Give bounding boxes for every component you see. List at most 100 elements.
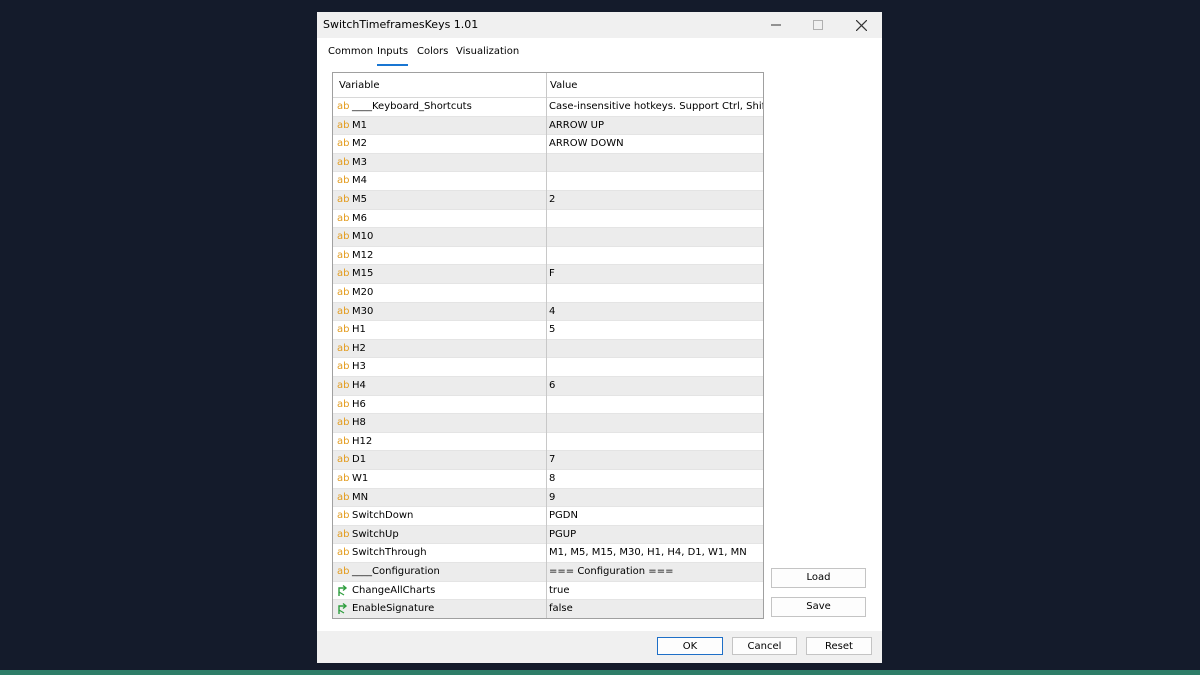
- properties-dialog: SwitchTimeframesKeys 1.01 Common Inputs …: [317, 12, 882, 663]
- variable-value[interactable]: ARROW DOWN: [549, 138, 624, 149]
- minimize-button[interactable]: [755, 12, 797, 38]
- string-type-icon: ab: [337, 528, 350, 540]
- tab-colors[interactable]: Colors: [417, 46, 448, 64]
- variable-name: H3: [352, 361, 366, 373]
- variable-name: EnableSignature: [352, 603, 435, 615]
- variable-value[interactable]: 7: [549, 454, 555, 465]
- maximize-button[interactable]: [797, 12, 839, 38]
- string-type-icon: ab: [337, 156, 350, 168]
- variable-value[interactable]: PGUP: [549, 529, 576, 540]
- taskbar-strip: [0, 670, 1200, 675]
- string-type-icon: ab: [337, 566, 350, 577]
- table-row[interactable]: ab H2: [333, 339, 763, 359]
- save-button[interactable]: Save: [771, 597, 866, 617]
- string-type-icon: ab: [337, 398, 350, 410]
- variable-value[interactable]: Case-insensitive hotkeys. Support Ctrl, …: [549, 101, 763, 112]
- variable-name: M5: [352, 194, 367, 205]
- maximize-icon: [813, 20, 823, 30]
- table-row[interactable]: ab H8: [333, 414, 763, 433]
- table-row[interactable]: ab ____Keyboard_Shortcuts Case-insensitive…: [333, 98, 763, 117]
- table-row[interactable]: ab M4: [333, 172, 763, 191]
- table-row[interactable]: ab D1 7: [333, 451, 763, 470]
- boolean-type-icon: [337, 584, 351, 598]
- tab-common[interactable]: Common: [328, 46, 373, 64]
- variable-name: M6: [352, 212, 367, 224]
- table-row[interactable]: ab ____Configuration === Configuration ===: [333, 563, 763, 582]
- table-row[interactable]: ab H12: [333, 433, 763, 452]
- variable-value[interactable]: F: [549, 268, 555, 279]
- variable-value[interactable]: ARROW UP: [549, 120, 604, 131]
- inputs-grid: Variable Value ab ____Keyboard_Shortcuts C…: [332, 72, 764, 619]
- string-type-icon: ab: [337, 212, 350, 224]
- string-type-icon: ab: [337, 194, 350, 205]
- variable-value[interactable]: 5: [549, 324, 555, 335]
- variable-value[interactable]: 9: [549, 492, 555, 503]
- ok-button[interactable]: OK: [657, 637, 723, 655]
- variable-value[interactable]: M1, M5, M15, M30, H1, H4, D1, W1, MN: [549, 547, 747, 558]
- minimize-icon: [771, 20, 781, 30]
- variable-value[interactable]: 8: [549, 473, 555, 484]
- variable-name: H6: [352, 398, 366, 410]
- string-type-icon: ab: [337, 342, 350, 354]
- table-row[interactable]: ab H4 6: [333, 377, 763, 396]
- table-row[interactable]: ChangeAllCharts true: [333, 582, 763, 601]
- column-header-variable[interactable]: Variable: [339, 80, 380, 91]
- table-row[interactable]: EnableSignature false: [333, 600, 763, 618]
- table-row[interactable]: ab M1 ARROW UP: [333, 116, 763, 136]
- string-type-icon: ab: [337, 361, 350, 373]
- close-icon: [855, 19, 867, 31]
- table-row[interactable]: ab M15 F: [333, 265, 763, 284]
- load-button[interactable]: Load: [771, 568, 866, 588]
- table-row[interactable]: ab M30 4: [333, 302, 763, 322]
- variable-name: H4: [352, 380, 366, 391]
- tab-inputs[interactable]: Inputs: [377, 46, 409, 66]
- tab-visualization[interactable]: Visualization: [456, 46, 519, 64]
- table-row[interactable]: ab W1 8: [333, 470, 763, 489]
- variable-name: H12: [352, 435, 373, 447]
- variable-value[interactable]: 6: [549, 380, 555, 391]
- string-type-icon: ab: [337, 231, 350, 243]
- table-row[interactable]: ab M5 2: [333, 191, 763, 210]
- table-row[interactable]: ab SwitchUp PGUP: [333, 525, 763, 545]
- table-row[interactable]: ab M20: [333, 284, 763, 303]
- variable-value[interactable]: true: [549, 585, 570, 596]
- variable-value[interactable]: === Configuration ===: [549, 566, 673, 577]
- table-row[interactable]: ab H1 5: [333, 321, 763, 340]
- table-row[interactable]: ab H6: [333, 396, 763, 415]
- table-row[interactable]: ab SwitchThrough M1, M5, M15, M30, H1, H4,…: [333, 544, 763, 563]
- string-type-icon: ab: [337, 473, 350, 484]
- string-type-icon: ab: [337, 287, 350, 298]
- variable-value[interactable]: PGDN: [549, 510, 578, 521]
- string-type-icon: ab: [337, 510, 350, 522]
- table-row[interactable]: ab M3: [333, 153, 763, 173]
- variable-name: SwitchThrough: [352, 547, 427, 559]
- cancel-button[interactable]: Cancel: [732, 637, 797, 655]
- table-row[interactable]: ab MN 9: [333, 488, 763, 508]
- string-type-icon: ab: [337, 380, 350, 391]
- variable-name: SwitchUp: [352, 528, 399, 540]
- column-header-value[interactable]: Value: [550, 80, 577, 91]
- string-type-icon: ab: [337, 138, 350, 150]
- string-type-icon: ab: [337, 119, 350, 131]
- dialog-footer: OK Cancel Reset: [317, 631, 882, 663]
- variable-value[interactable]: 2: [549, 194, 555, 205]
- variable-name: M2: [352, 138, 367, 150]
- table-row[interactable]: ab H3: [333, 358, 763, 377]
- variable-value[interactable]: false: [549, 603, 573, 614]
- table-row[interactable]: ab SwitchDown PGDN: [333, 507, 763, 526]
- string-type-icon: ab: [337, 305, 350, 317]
- close-button[interactable]: [840, 12, 882, 38]
- boolean-type-icon: [337, 602, 351, 616]
- grid-header: Variable Value: [333, 73, 763, 98]
- table-row[interactable]: ab M6: [333, 210, 763, 229]
- table-row[interactable]: ab M2 ARROW DOWN: [333, 135, 763, 154]
- table-row[interactable]: ab M12: [333, 247, 763, 266]
- table-row[interactable]: ab M10: [333, 228, 763, 247]
- string-type-icon: ab: [337, 175, 350, 187]
- reset-button[interactable]: Reset: [806, 637, 872, 655]
- string-type-icon: ab: [337, 324, 350, 336]
- variable-value[interactable]: 4: [549, 306, 555, 317]
- variable-name: ____Configuration: [352, 566, 440, 577]
- column-separator[interactable]: [546, 73, 547, 618]
- variable-name: M3: [352, 156, 367, 168]
